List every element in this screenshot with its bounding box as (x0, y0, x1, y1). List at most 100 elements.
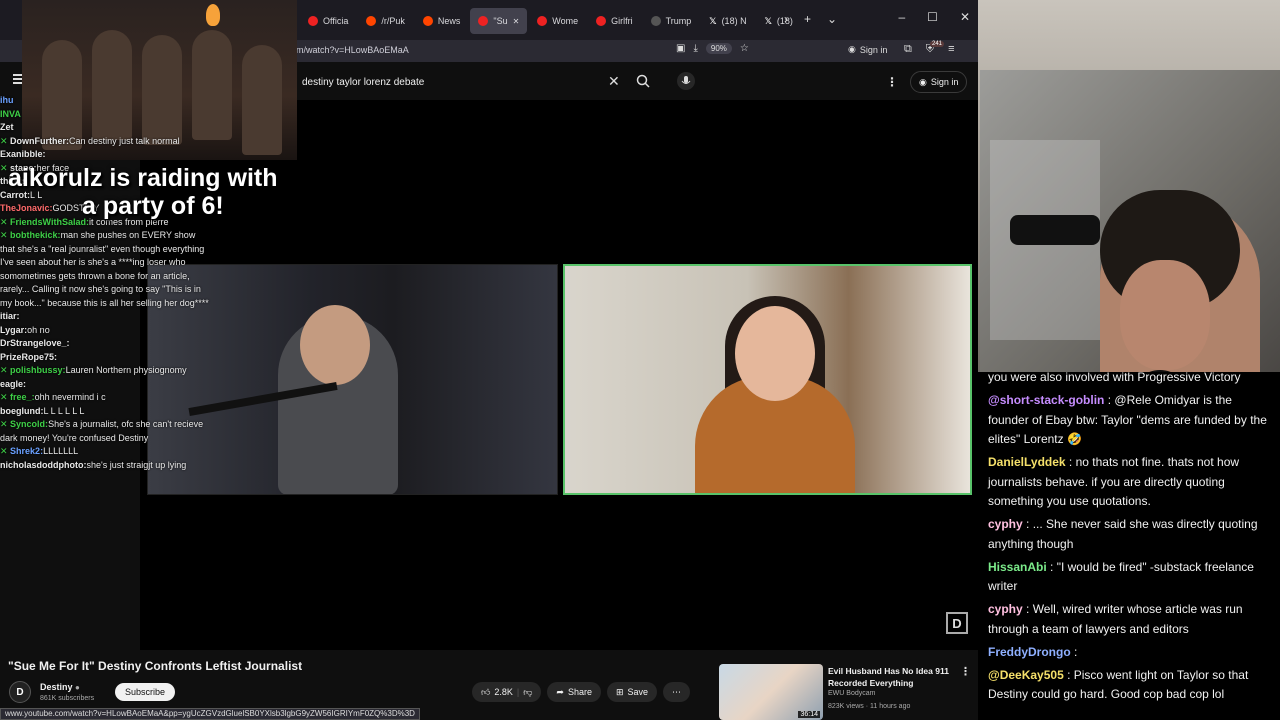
browser-sign-in-label: Sign in (859, 44, 888, 55)
generic-icon (650, 16, 661, 26)
browser-tab-label: "Su (493, 16, 508, 26)
reader-view-icon[interactable]: ▣ (676, 43, 685, 54)
chat-text: she's just straigjt up lying (86, 459, 187, 470)
chat-username[interactable]: nicholasdoddphoto: (0, 460, 86, 470)
badge-icon: ✕ (0, 365, 11, 375)
share-button[interactable]: ➦ Share (547, 682, 601, 702)
chat-message: eagle: (0, 378, 212, 392)
badge-icon: ✕ (0, 392, 11, 402)
save-button[interactable]: ⊞ Save (606, 682, 658, 702)
chat-username[interactable]: itiar: (0, 311, 20, 321)
youtube-sign-in-button[interactable]: ◉ Sign in (910, 71, 968, 93)
chat-username[interactable]: eagle: (0, 379, 26, 389)
raid-line-2: a party of 6! (82, 192, 224, 220)
channel-avatar[interactable]: D (9, 681, 31, 703)
chat-username[interactable]: FreddyDrongo (988, 645, 1071, 659)
chat-username[interactable]: Shrek2: (10, 446, 43, 456)
chat-username[interactable]: cyphy (988, 517, 1023, 531)
chat-text: Can destiny just talk normal (69, 135, 180, 146)
browser-tab[interactable]: Officia (300, 8, 356, 34)
chat-username[interactable]: cyphy (988, 602, 1023, 616)
url-bar-actions: ▣ ⤓ 90% ☆ (676, 43, 749, 54)
zoom-level[interactable]: 90% (705, 43, 732, 54)
related-video-thumbnail[interactable]: 36:14 (719, 664, 823, 720)
video-title: "Sue Me For It" Destiny Confronts Leftis… (8, 659, 303, 673)
browser-tab[interactable]: News (415, 8, 469, 34)
chat-username[interactable]: polishbussy: (10, 365, 66, 375)
voice-search-icon[interactable] (677, 72, 695, 90)
clear-search-icon[interactable]: ✕ (608, 73, 620, 90)
more-actions-button[interactable]: ⋯ (663, 682, 691, 702)
search-input[interactable]: destiny taylor lorenz debate (296, 70, 630, 94)
chat-text: L L L L L L (43, 405, 85, 416)
chat-username[interactable]: @DeeKay505 (988, 668, 1064, 682)
chat-username[interactable]: HissanAbi (988, 560, 1047, 574)
related-video-meta: 823K views · 11 hours ago (828, 703, 911, 710)
chat-message: DrStrangelove_: (0, 337, 212, 351)
badge-icon: ✕ (0, 419, 11, 429)
browser-tab-label: Officia (323, 16, 349, 26)
chat-username[interactable]: DrStrangelove_: (0, 338, 70, 348)
thumbs-down-icon[interactable]: 👎︎ (523, 687, 532, 698)
more-options-icon[interactable]: ⋮ (886, 75, 898, 89)
download-icon[interactable]: ⤓ (693, 43, 697, 54)
subscribe-button[interactable]: Subscribe (115, 683, 176, 701)
chat-username[interactable]: Lygar: (0, 325, 27, 335)
badge-icon: ✕ (0, 135, 11, 146)
browser-tab[interactable]: 𝕏 (18) N (701, 8, 754, 34)
channel-subscribers: 861K subscribers (40, 695, 95, 702)
chat-username[interactable]: bobthekick: (10, 230, 61, 240)
related-more-icon[interactable]: ⋮ (960, 665, 971, 678)
tab-list-icon[interactable]: ⌄ (827, 12, 837, 26)
browser-tab[interactable]: Trump (643, 8, 700, 34)
channel-name[interactable]: Destiny ● (40, 682, 80, 692)
chat-message: PrizeRope75: (0, 351, 212, 365)
browser-tab[interactable]: "Su ✕ (470, 8, 528, 34)
chat-username[interactable]: Syncold: (10, 419, 48, 429)
browser-tab[interactable]: Girlfri (588, 8, 641, 34)
maximize-icon[interactable]: ☐ (927, 10, 938, 24)
chat-username[interactable]: free_: (10, 392, 35, 402)
chat-message: cyphy : Well, wired writer whose article… (988, 600, 1274, 639)
tab-strip: Officia/r/Puk News "Su ✕ Wome Girlfri Trump 𝕏 (1… (300, 8, 801, 34)
reddit-icon (366, 16, 377, 26)
browser-sign-in[interactable]: ◉ Sign in (848, 44, 887, 55)
chat-username[interactable]: ihu (0, 95, 14, 105)
chat-message: FreddyDrongo : (988, 643, 1274, 663)
chat-panel-right: you were also involved with Progressive … (978, 370, 1280, 720)
related-video-channel[interactable]: EWU Bodycam (828, 690, 875, 697)
chat-username[interactable]: @short-stack-goblin (988, 393, 1104, 407)
minimize-icon[interactable]: – (898, 10, 905, 24)
chat-username[interactable]: Exanibble: (0, 149, 46, 159)
save-label: Save (627, 687, 649, 697)
search-icon[interactable] (636, 74, 650, 93)
bookmark-star-icon[interactable]: ☆ (740, 43, 749, 54)
related-video-title[interactable]: Evil Husband Has No Idea 911 Recorded Ev… (828, 665, 953, 689)
menu-icon[interactable]: ≡ (948, 43, 954, 56)
browser-tab[interactable]: /r/Puk (358, 8, 413, 34)
torch-icon (206, 4, 220, 26)
chat-message: ✕ bobthekick:man she pushes on EVERY sho… (0, 229, 212, 310)
chat-message: itiar: (0, 310, 212, 324)
browser-tab[interactable]: Wome (529, 8, 586, 34)
youtube-icon (596, 16, 607, 26)
chat-username[interactable]: DownFurther: (10, 136, 69, 146)
chat-message: ✕ Shrek2:LLLLLLL (0, 445, 212, 459)
chat-username[interactable]: PrizeRope75: (0, 352, 57, 362)
channel-name-text: Destiny (40, 682, 73, 692)
url-text[interactable]: m/watch?v=HLowBAoEMaA (296, 45, 409, 55)
tab-scroll-right-icon[interactable]: › (784, 12, 788, 26)
new-tab-icon[interactable]: + (804, 12, 811, 26)
close-window-icon[interactable]: ✕ (960, 10, 970, 24)
chat-username[interactable]: Zet (0, 122, 14, 132)
extensions-icon[interactable]: ⧉ (904, 43, 912, 56)
chat-message: boeglund:L L L L L L (0, 405, 212, 419)
chat-text: Lauren Northern physiognomy (65, 365, 187, 375)
chat-username[interactable]: INVA (0, 109, 21, 119)
close-tab-icon[interactable]: ✕ (513, 17, 520, 26)
like-button[interactable]: 👍︎ 2.8K | 👎︎ (472, 682, 542, 702)
chat-username[interactable]: boeglund: (0, 406, 44, 416)
chat-username[interactable]: DanielLyddek (988, 455, 1066, 469)
browser-tab-label: Girlfri (611, 16, 633, 26)
thumbs-up-icon: 👍︎ (481, 686, 491, 697)
